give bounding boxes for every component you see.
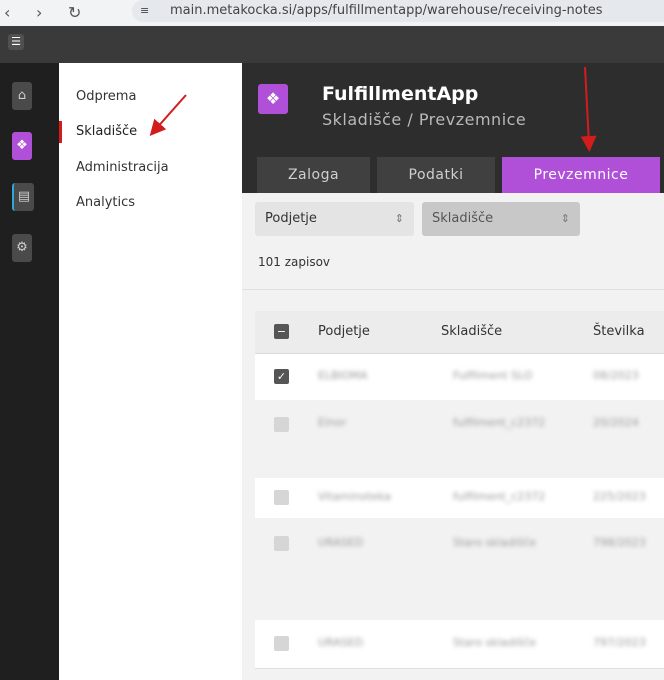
reports-icon[interactable]: ▤ xyxy=(12,183,34,211)
tab-prevzemnice[interactable]: Prevzemnice xyxy=(502,157,660,193)
cell-number: 798/2023 xyxy=(593,536,646,549)
row-checkbox[interactable] xyxy=(274,490,289,505)
tab-podatki[interactable]: Podatki xyxy=(377,157,495,193)
cell-warehouse: Staro skladišče xyxy=(453,536,537,549)
side-nav-item-odprema[interactable]: Odprema xyxy=(76,89,136,104)
chevron-updown-icon: ⇕ xyxy=(394,212,404,225)
company-select-value: Podjetje xyxy=(265,211,317,226)
cell-number: 20/2024 xyxy=(593,416,639,429)
breadcrumb: Skladišče / Prevzemnice xyxy=(322,110,527,129)
cell-warehouse: fulfilment_c2372 xyxy=(453,490,546,503)
column-header-podjetje[interactable]: Podjetje xyxy=(318,311,370,353)
select-all-checkbox[interactable]: − xyxy=(274,324,289,339)
table-row[interactable]: URASED Staro skladišče 797/2023 xyxy=(255,620,664,669)
row-checkbox[interactable] xyxy=(274,536,289,551)
cell-number: 08/2023 xyxy=(593,369,639,382)
url-text: main.metakocka.si/apps/fulfillmentapp/wa… xyxy=(170,3,603,18)
active-indicator xyxy=(59,121,62,143)
side-nav-item-analytics[interactable]: Analytics xyxy=(76,195,135,210)
table-row[interactable]: Elnor fulfilment_c2372 20/2024 xyxy=(255,400,664,478)
cell-number: 225/2023 xyxy=(593,490,646,503)
table-row[interactable]: URASED Staro skladišče 798/2023 xyxy=(255,518,664,620)
cell-number: 797/2023 xyxy=(593,636,646,649)
row-checkbox[interactable] xyxy=(274,417,289,432)
fulfillment-app-icon[interactable]: ❖ xyxy=(12,132,32,160)
table-row[interactable]: Vitaminoteka fulfilment_c2372 225/2023 xyxy=(255,478,664,518)
site-settings-icon[interactable]: ≡ xyxy=(140,4,149,17)
cell-company: URASED xyxy=(318,536,364,549)
main-content: Podjetje ⇕ Skladišče ⇕ 101 zapisov − Pod… xyxy=(242,193,664,680)
side-nav-item-skladisce[interactable]: Skladišče xyxy=(76,124,137,139)
warehouse-select[interactable]: Skladišče ⇕ xyxy=(422,202,580,236)
cell-warehouse: Staro skladišče xyxy=(453,636,537,649)
record-count: 101 zapisov xyxy=(258,255,331,269)
tab-zaloga[interactable]: Zaloga xyxy=(257,157,370,193)
icon-rail: ⌂ ❖ ▤ ⚙ xyxy=(0,63,59,680)
cell-company: ELBIOMA xyxy=(318,369,368,382)
chevron-updown-icon: ⇕ xyxy=(560,212,570,225)
cell-warehouse: Fulfilment SLO xyxy=(453,369,533,382)
company-select[interactable]: Podjetje ⇕ xyxy=(255,202,414,236)
side-nav-item-administracija[interactable]: Administracija xyxy=(76,160,169,175)
cell-company: URASED xyxy=(318,636,364,649)
side-nav: Odprema Skladišče Administracija Analyti… xyxy=(59,63,243,680)
cell-company: Vitaminoteka xyxy=(318,490,391,503)
table-row[interactable]: ✓ ELBIOMA Fulfilment SLO 08/2023 xyxy=(255,354,664,400)
column-header-stevilka[interactable]: Številka xyxy=(593,311,645,353)
page-header: ❖ FulfillmentApp Skladišče / Prevzemnice… xyxy=(242,63,664,193)
browser-address-bar: ‹ › ↻ ≡ main.metakocka.si/apps/fulfillme… xyxy=(0,0,664,27)
cell-warehouse: fulfilment_c2372 xyxy=(453,416,546,429)
row-checkbox[interactable]: ✓ xyxy=(274,369,289,384)
cell-company: Elnor xyxy=(318,416,347,429)
url-field[interactable]: ≡ main.metakocka.si/apps/fulfillmentapp/… xyxy=(132,0,664,22)
reload-icon[interactable]: ↻ xyxy=(68,3,81,22)
home-icon[interactable]: ⌂ xyxy=(12,82,32,110)
divider xyxy=(242,289,664,290)
hamburger-menu-icon[interactable]: ☰ xyxy=(8,34,24,50)
page-title: FulfillmentApp xyxy=(322,83,479,105)
fulfillment-logo-icon: ❖ xyxy=(258,84,288,114)
warehouse-select-value: Skladišče xyxy=(432,211,494,226)
row-checkbox[interactable] xyxy=(274,636,289,651)
forward-arrow-icon[interactable]: › xyxy=(36,3,42,22)
back-arrow-icon[interactable]: ‹ xyxy=(4,3,10,22)
settings-gear-icon[interactable]: ⚙ xyxy=(12,234,32,262)
table-header: − Podjetje Skladišče Številka xyxy=(255,311,664,354)
app-topbar: ☰ xyxy=(0,26,664,63)
column-header-skladisce[interactable]: Skladišče xyxy=(441,311,502,353)
